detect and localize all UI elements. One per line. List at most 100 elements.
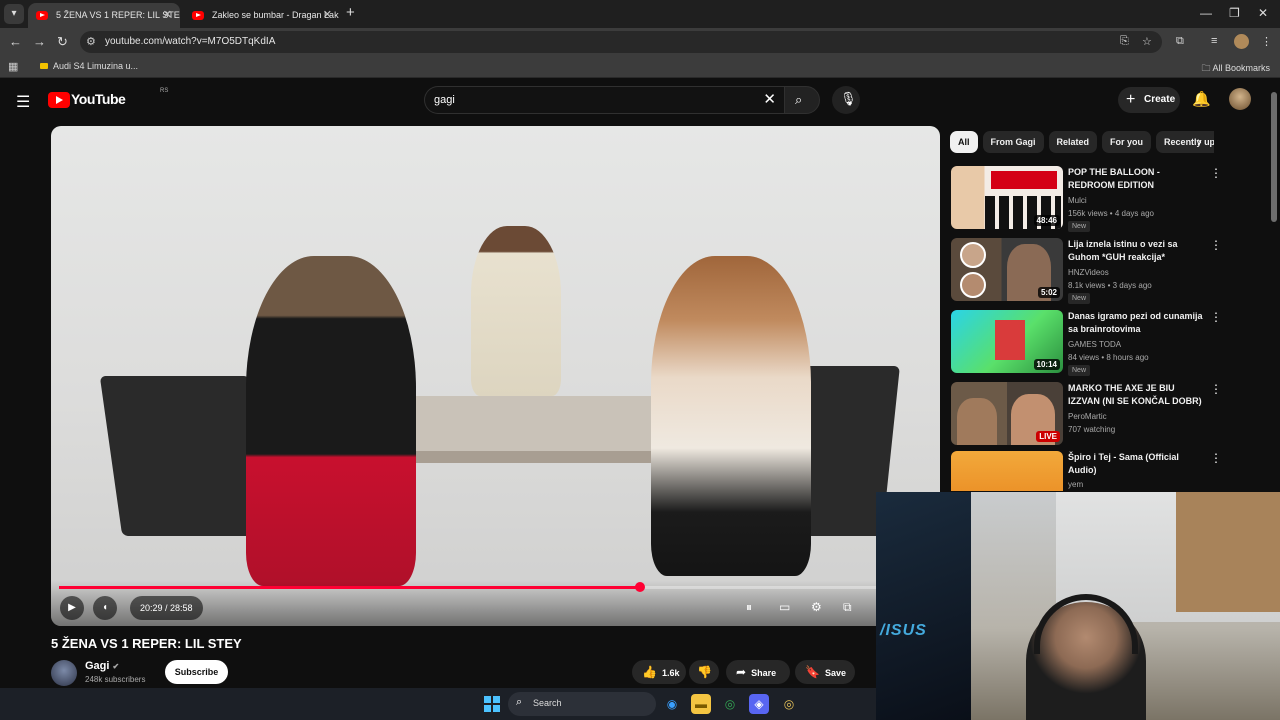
youtube-header: ☰ YouTube RS gagi ✕ ⌕ 🎙 + Create 🔔 bbox=[0, 78, 1280, 124]
clear-search-icon[interactable]: ✕ bbox=[763, 90, 776, 108]
maximize-icon[interactable]: ❐ bbox=[1229, 6, 1240, 20]
save-button[interactable]: 🔖 Save bbox=[795, 660, 855, 684]
minimize-icon[interactable]: — bbox=[1200, 6, 1212, 20]
windows-start-icon[interactable] bbox=[484, 696, 500, 712]
browser-menu-icon[interactable]: ⋮ bbox=[1261, 35, 1272, 48]
video-player[interactable]: ▶ ◖ 20:29 / 28:58 ⏸ ▭ ⚙ ⧉ bbox=[51, 126, 940, 626]
chrome-canary-icon[interactable]: ◎ bbox=[779, 694, 799, 714]
volume-icon[interactable]: ◖ bbox=[93, 596, 117, 620]
site-info-icon[interactable]: ⚙ bbox=[86, 35, 96, 48]
browser-tab-inactive[interactable]: Zakleo se bumbar - Dragan Lak ✕ bbox=[184, 3, 340, 28]
recommendation-thumbnail[interactable] bbox=[951, 451, 1063, 491]
share-button[interactable]: ➦ Share bbox=[726, 660, 790, 684]
recommendation-item[interactable]: LIVE MARKO THE AXE JE BIU IZZVAN (NI SE … bbox=[951, 382, 1222, 448]
recommendation-channel[interactable]: GAMES TODA bbox=[1068, 338, 1121, 351]
channel-name[interactable]: Gagi ✔ bbox=[85, 660, 119, 672]
recommendation-title[interactable]: MARKO THE AXE JE BIU IZZVAN (NI SE KONČA… bbox=[1068, 382, 1208, 408]
video-frame-person-right bbox=[651, 256, 811, 576]
hamburger-menu-icon[interactable]: ☰ bbox=[16, 92, 30, 112]
thumbs-down-icon: 👎 bbox=[697, 665, 712, 679]
url-field[interactable]: ⚙ youtube.com/watch?v=M7O5DTqKdIA ⎘ ☆ bbox=[80, 31, 1162, 53]
chip-recent[interactable]: Recently uploaded bbox=[1156, 131, 1214, 153]
page-scrollbar[interactable] bbox=[1271, 92, 1277, 222]
tab-close-icon[interactable]: ✕ bbox=[163, 3, 172, 28]
time-display: 20:29 / 28:58 bbox=[130, 596, 203, 620]
install-app-icon[interactable]: ⎘ bbox=[1120, 35, 1129, 48]
chip-related[interactable]: Related bbox=[1048, 131, 1098, 153]
media-control-icon[interactable]: ≡ bbox=[1211, 35, 1217, 47]
create-button[interactable]: + Create bbox=[1118, 87, 1180, 113]
miniplayer-icon[interactable]: ⧉ bbox=[843, 600, 852, 615]
subscribe-button[interactable]: Subscribe bbox=[165, 660, 228, 684]
notifications-bell-icon[interactable]: 🔔 bbox=[1192, 90, 1211, 108]
country-code: RS bbox=[160, 88, 169, 94]
youtube-favicon-icon bbox=[36, 11, 48, 20]
window-close-icon[interactable]: ✕ bbox=[1258, 6, 1268, 20]
file-explorer-icon[interactable]: ▬ bbox=[691, 694, 711, 714]
like-button[interactable]: 👍 1.6k bbox=[632, 660, 686, 684]
recommendation-item[interactable]: Špiro i Tej - Sama (Official Audio) yem … bbox=[951, 451, 1221, 491]
recommendation-channel[interactable]: PeroMartic bbox=[1068, 410, 1107, 423]
recommendation-item[interactable]: 10:14 Danas igramo pezi od cunamija sa b… bbox=[951, 310, 1222, 376]
chip-from-channel[interactable]: From Gagi bbox=[982, 131, 1044, 153]
discord-icon[interactable]: ◈ bbox=[749, 694, 769, 714]
recommendation-title[interactable]: Špiro i Tej - Sama (Official Audio) bbox=[1068, 451, 1208, 477]
recommendation-item[interactable]: 48:46 POP THE BALLOON - REDROOM EDITION … bbox=[951, 166, 1222, 232]
tab-close-icon[interactable]: ✕ bbox=[323, 3, 332, 28]
forward-icon[interactable]: → bbox=[33, 34, 46, 49]
recommendation-thumbnail[interactable]: 10:14 bbox=[951, 310, 1063, 373]
new-tab-icon[interactable]: + bbox=[346, 4, 355, 21]
microphone-icon: 🎙 bbox=[840, 91, 857, 106]
back-icon[interactable]: ← bbox=[9, 34, 22, 49]
all-bookmarks[interactable]: 🗀 All Bookmarks bbox=[1201, 61, 1270, 77]
chrome-icon[interactable]: ◎ bbox=[720, 694, 740, 714]
progress-bar[interactable] bbox=[59, 582, 889, 592]
url-text: youtube.com/watch?v=M7O5DTqKdIA bbox=[105, 36, 276, 47]
dislike-button[interactable]: 👎 bbox=[689, 660, 719, 684]
apps-grid-icon[interactable]: ▦ bbox=[8, 60, 18, 73]
more-options-icon[interactable]: ⋮ bbox=[1210, 451, 1221, 465]
bookmarks-bar: ▦ Audi S4 Limuzina u... 🗀 All Bookmarks bbox=[0, 56, 1280, 78]
progress-scrubber[interactable] bbox=[635, 582, 645, 592]
extensions-icon[interactable]: ⧉ bbox=[1176, 35, 1184, 48]
chip-all[interactable]: All bbox=[950, 131, 978, 153]
taskbar-search[interactable]: ⌕ Search bbox=[508, 692, 656, 716]
recommendation-channel[interactable]: Mulci bbox=[1068, 194, 1087, 207]
edge-icon[interactable]: ◉ bbox=[662, 694, 682, 714]
bookmark-icon: 🔖 bbox=[805, 665, 820, 679]
recommendation-thumbnail[interactable]: LIVE bbox=[951, 382, 1063, 445]
settings-gear-icon[interactable]: ⚙ bbox=[811, 600, 822, 614]
search-input[interactable]: gagi ✕ bbox=[424, 86, 784, 114]
bookmark-item[interactable]: Audi S4 Limuzina u... bbox=[40, 61, 138, 71]
chip-for-you[interactable]: For you bbox=[1102, 131, 1152, 153]
recommendation-thumbnail[interactable]: 48:46 bbox=[951, 166, 1063, 229]
recommendation-title[interactable]: POP THE BALLOON - REDROOM EDITION bbox=[1068, 166, 1208, 192]
more-options-icon[interactable]: ⋮ bbox=[1210, 166, 1222, 180]
subtitles-icon[interactable]: ▭ bbox=[779, 600, 790, 614]
address-bar: ← → ↻ ⚙ youtube.com/watch?v=M7O5DTqKdIA … bbox=[0, 28, 1280, 56]
youtube-play-logo-icon bbox=[48, 92, 70, 108]
more-options-icon[interactable]: ⋮ bbox=[1210, 310, 1222, 324]
search-button[interactable]: ⌕ bbox=[784, 86, 820, 114]
recommendation-channel[interactable]: HNZVideos bbox=[1068, 266, 1109, 279]
reload-icon[interactable]: ↻ bbox=[57, 34, 68, 50]
tab-search-icon[interactable]: ▾ bbox=[4, 4, 24, 24]
recommendation-channel[interactable]: yem bbox=[1068, 478, 1083, 491]
chevron-right-icon[interactable]: › bbox=[1197, 133, 1202, 149]
browser-tab-active[interactable]: 5 ŽENA VS 1 REPER: LIL STEY - Y ✕ bbox=[28, 3, 180, 28]
search-icon: ⌕ bbox=[516, 696, 523, 708]
voice-search-button[interactable]: 🎙 bbox=[832, 86, 860, 114]
channel-avatar[interactable] bbox=[51, 660, 77, 686]
recommendation-thumbnail[interactable]: 5:02 bbox=[951, 238, 1063, 301]
recommendation-title[interactable]: Danas igramo pezi od cunamija sa brainro… bbox=[1068, 310, 1208, 336]
bookmark-star-icon[interactable]: ☆ bbox=[1142, 35, 1152, 48]
more-options-icon[interactable]: ⋮ bbox=[1210, 382, 1222, 396]
play-icon[interactable]: ▶ bbox=[60, 596, 84, 620]
webcam-monitor: /ISUS bbox=[876, 492, 971, 720]
browser-profile-avatar[interactable] bbox=[1234, 34, 1249, 49]
account-avatar[interactable] bbox=[1229, 88, 1251, 110]
more-options-icon[interactable]: ⋮ bbox=[1210, 238, 1222, 252]
autoplay-toggle-icon[interactable]: ⏸ bbox=[746, 600, 752, 615]
recommendation-title[interactable]: Lija iznela istinu o vezi sa Guhom *GUH … bbox=[1068, 238, 1208, 264]
recommendation-item[interactable]: 5:02 Lija iznela istinu o vezi sa Guhom … bbox=[951, 238, 1222, 304]
